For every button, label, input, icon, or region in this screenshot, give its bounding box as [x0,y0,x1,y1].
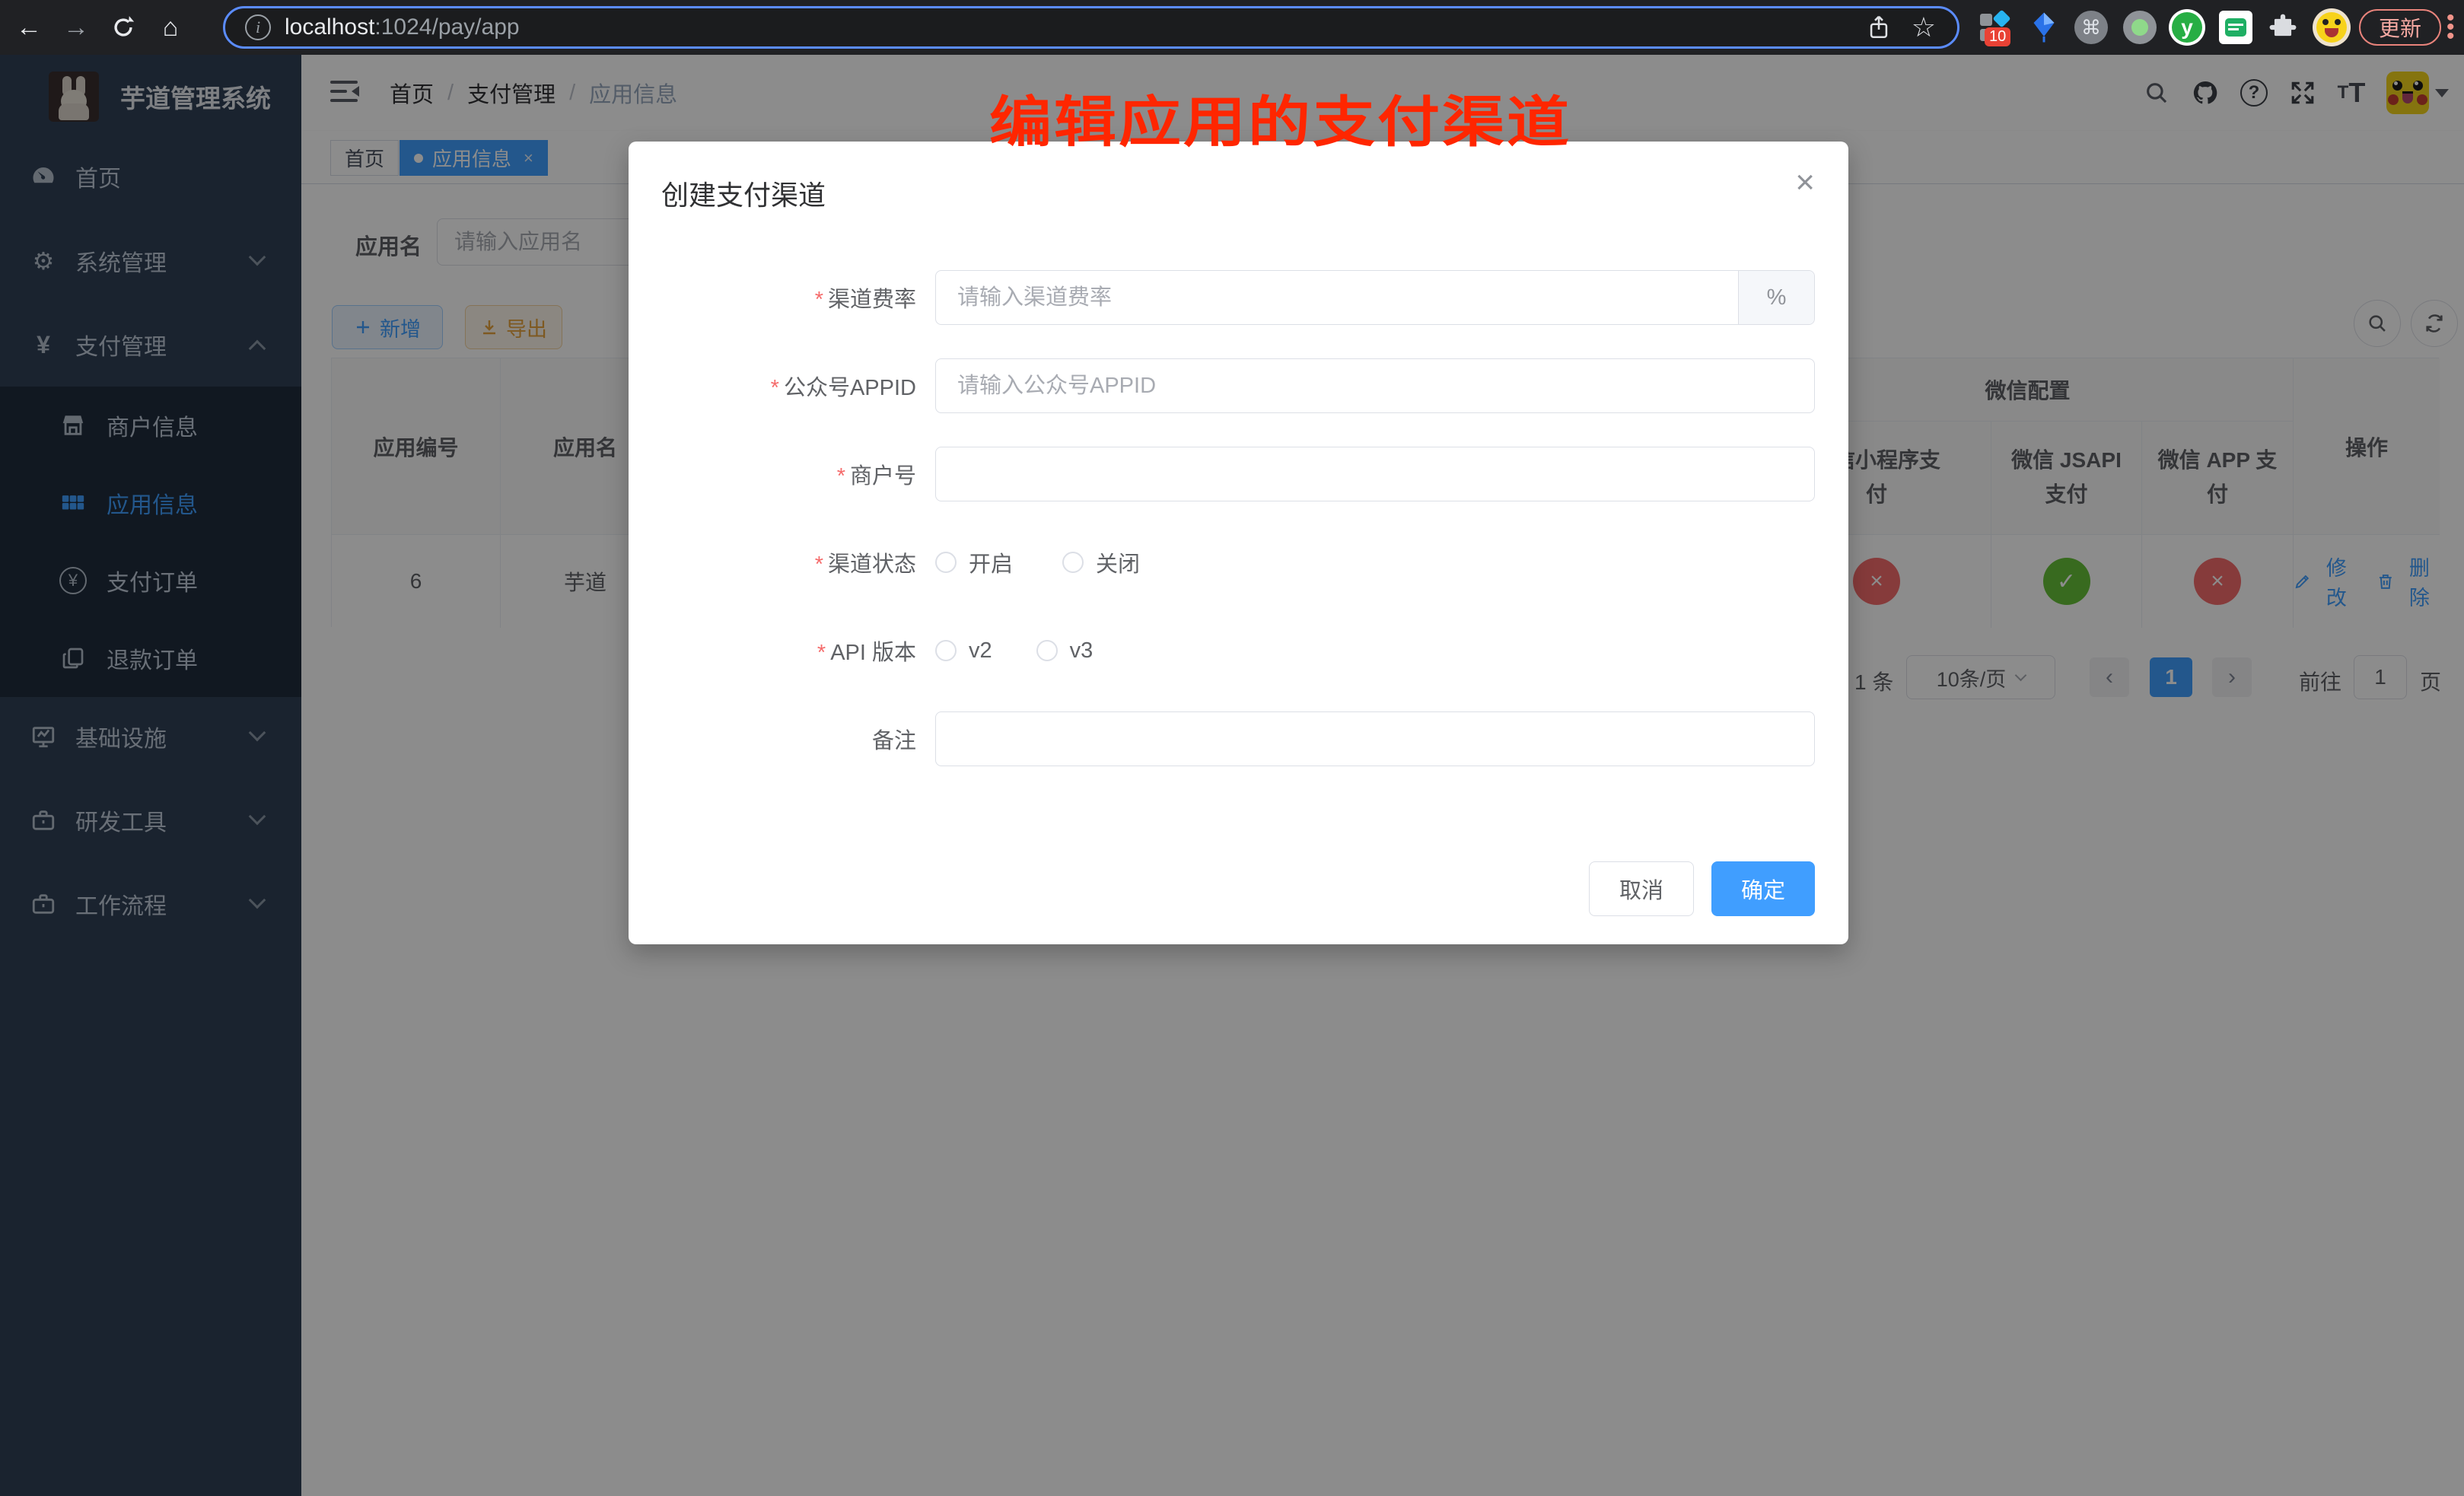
form-row-status: *渠道状态 开启 关闭 [629,535,1140,590]
form-row-appid: *公众号APPID [629,358,1815,413]
back-icon[interactable]: ← [11,9,47,46]
mch-label: *商户号 [629,458,916,490]
rate-input[interactable] [936,271,1738,324]
extension-chat-icon[interactable] [2216,0,2255,55]
extension-command-icon[interactable]: ⌘ [2071,0,2111,55]
appid-input-group [935,358,1815,413]
browser-chrome: ← → ⌂ i localhost :1024/pay/app ☆ 10 [0,0,2464,55]
form-row-mch: *商户号 [629,447,1815,501]
reload-icon[interactable] [105,9,142,46]
remark-label: 备注 [629,723,916,755]
appid-label: *公众号APPID [629,370,916,402]
radio-circle-icon [1062,552,1084,573]
app-window: 芋道管理系统 首页 ⚙ 系统管理 ¥ 支付管理 [0,55,2464,1496]
api-version-label: *API 版本 [629,635,916,667]
form-row-remark: 备注 [629,711,1815,766]
radio-status-off[interactable]: 关闭 [1062,546,1140,578]
form-row-rate: *渠道费率 % [629,270,1815,325]
profile-avatar[interactable] [2310,0,2353,55]
forward-icon[interactable]: → [58,9,94,46]
screen: ← → ⌂ i localhost :1024/pay/app ☆ 10 [0,0,2464,1496]
radio-api-v3[interactable]: v3 [1036,638,1094,664]
cancel-button[interactable]: 取消 [1589,861,1694,916]
url-bar[interactable]: i localhost :1024/pay/app ☆ [223,6,1959,49]
chrome-update-button[interactable]: 更新 [2359,9,2441,46]
chrome-menu-icon[interactable]: ••• [2446,14,2454,41]
dialog-title: 创建支付渠道 [661,173,826,213]
create-pay-channel-dialog: 创建支付渠道 × *渠道费率 % *公众号APPID *商户号 [629,142,1848,944]
dialog-close-icon[interactable]: × [1795,166,1815,199]
extension-dot-icon[interactable] [2120,0,2160,55]
appid-input[interactable] [936,359,1814,412]
home-icon[interactable]: ⌂ [152,9,189,46]
site-info-icon[interactable]: i [245,14,271,40]
percent-suffix: % [1738,271,1814,324]
rate-input-group: % [935,270,1815,325]
radio-circle-icon [935,552,957,573]
extension-y-icon[interactable]: y [2167,0,2207,55]
share-icon[interactable] [1867,14,1890,40]
remark-input[interactable] [936,712,1814,766]
radio-status-on[interactable]: 开启 [935,546,1013,578]
extension-kite-icon[interactable] [2024,0,2064,55]
radio-api-v2[interactable]: v2 [935,638,992,664]
remark-input-group [935,711,1815,766]
extension-badge: 10 [1985,27,2010,46]
extensions-puzzle-icon[interactable] [2263,0,2303,55]
status-label: *渠道状态 [629,546,916,578]
mch-input[interactable] [936,447,1814,501]
form-row-api-version: *API 版本 v2 v3 [629,623,1093,678]
url-path: :1024/pay/app [374,14,519,40]
confirm-button[interactable]: 确定 [1711,861,1815,916]
dialog-footer: 取消 确定 [1589,861,1815,916]
mch-input-group [935,447,1815,501]
bookmark-star-icon[interactable]: ☆ [1912,11,1936,43]
radio-circle-icon [935,640,957,661]
annotation-text: 编辑应用的支付渠道 [989,78,1571,158]
radio-circle-icon [1036,640,1058,661]
url-host: localhost [285,14,374,40]
rate-label: *渠道费率 [629,282,916,314]
